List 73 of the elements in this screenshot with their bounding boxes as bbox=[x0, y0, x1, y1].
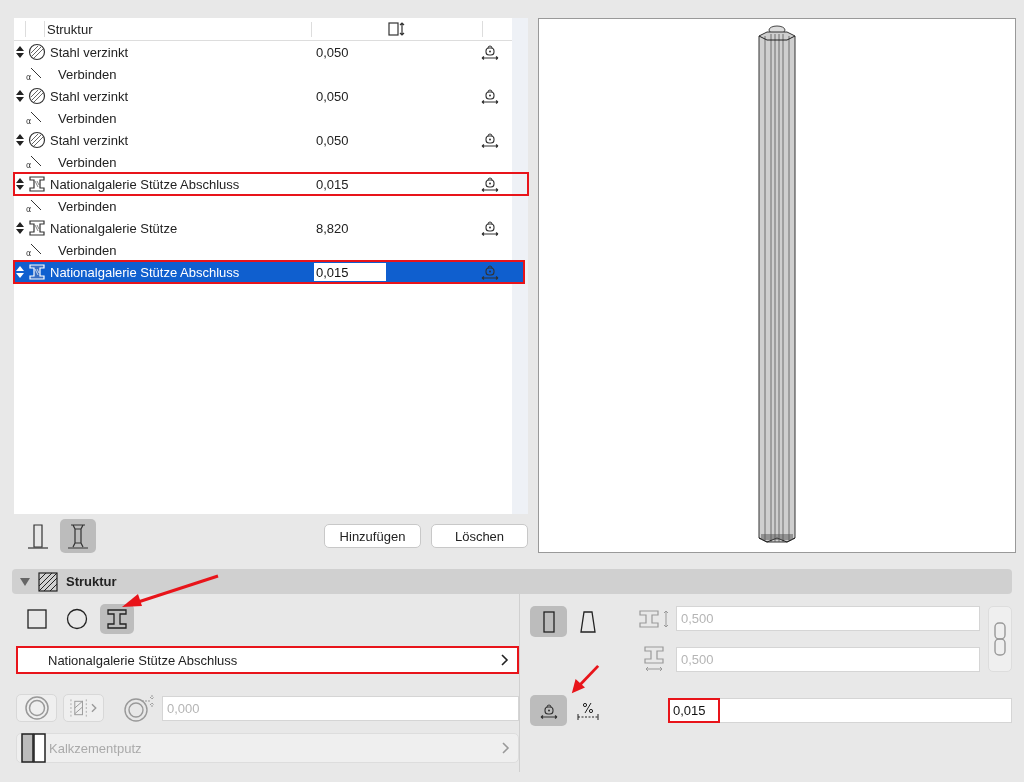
lock-icon bbox=[480, 87, 500, 105]
locked-width-icon bbox=[538, 701, 559, 720]
layer-name: Nationalgalerie Stütze bbox=[49, 220, 179, 236]
chain-link-icon bbox=[993, 621, 1007, 657]
ring-offset-icon bbox=[124, 693, 156, 723]
double-ring-icon bbox=[23, 695, 50, 721]
reorder-handle-icon[interactable] bbox=[16, 134, 24, 146]
straight-column-icon bbox=[27, 522, 49, 550]
layer-thickness: 0,050 bbox=[315, 132, 350, 148]
table-row[interactable]: Nationalgalerie Stütze 8,820 bbox=[14, 217, 528, 239]
join-label: Verbinden bbox=[58, 198, 117, 214]
beam-width-icon bbox=[638, 608, 670, 629]
join-label: Verbinden bbox=[58, 154, 117, 170]
thickness-input[interactable]: 0,015 bbox=[314, 263, 386, 281]
hatched-circle-icon bbox=[28, 87, 46, 105]
layer-name: Stahl verzinkt bbox=[49, 132, 130, 148]
layer-name: Nationalgalerie Stütze Abschluss bbox=[49, 176, 241, 192]
i-beam-icon bbox=[106, 608, 128, 630]
tapered-profile-icon bbox=[579, 609, 596, 634]
reorder-handle-icon[interactable] bbox=[16, 178, 24, 190]
layer-thickness: 0,050 bbox=[315, 44, 350, 60]
reorder-handle-icon[interactable] bbox=[16, 266, 24, 278]
shape-mode-toggle[interactable] bbox=[530, 606, 567, 637]
layer-thickness: 0,050 bbox=[315, 88, 350, 104]
surface-layer-icon bbox=[21, 733, 47, 763]
table-row[interactable]: Stahl verzinkt 0,050 bbox=[14, 85, 528, 107]
table-row[interactable]: Nationalgalerie Stütze Abschluss 0,015 bbox=[14, 173, 528, 195]
layer-thickness: 8,820 bbox=[315, 220, 350, 236]
section-title: Struktur bbox=[66, 574, 117, 589]
profile-icon bbox=[28, 175, 46, 193]
action-button[interactable]: Löschen bbox=[431, 524, 528, 548]
layer-name: Nationalgalerie Stütze Abschluss bbox=[49, 264, 241, 280]
square-icon bbox=[27, 609, 47, 629]
view-toggle[interactable] bbox=[60, 519, 96, 553]
reorder-handle-icon[interactable] bbox=[16, 222, 24, 234]
join-label: Verbinden bbox=[58, 66, 117, 82]
chevron-right-icon bbox=[91, 703, 97, 713]
table-row[interactable]: Nationalgalerie Stütze Abschluss 0,015 bbox=[14, 261, 524, 283]
layer-name: Stahl verzinkt bbox=[49, 44, 130, 60]
lock-icon bbox=[480, 43, 500, 61]
column-with-capitals-icon bbox=[67, 522, 89, 550]
hatched-circle-icon bbox=[28, 131, 46, 149]
action-button[interactable]: Hinzufügen bbox=[324, 524, 421, 548]
table-row[interactable]: Stahl verzinkt 0,050 bbox=[14, 129, 528, 151]
lock-icon bbox=[480, 175, 500, 193]
layer-name: Stahl verzinkt bbox=[49, 88, 130, 104]
table-row[interactable]: Stahl verzinkt 0,050 bbox=[14, 41, 528, 63]
hatched-circle-icon bbox=[28, 43, 46, 61]
section-header[interactable]: Struktur bbox=[12, 569, 1012, 594]
profile-icon bbox=[28, 263, 46, 281]
size-mode-toggle[interactable] bbox=[530, 695, 567, 726]
column-header[interactable]: Struktur bbox=[47, 21, 312, 37]
lock-icon bbox=[480, 263, 500, 281]
profile-selector[interactable]: Nationalgalerie Stütze Abschluss bbox=[16, 646, 519, 674]
circle-icon bbox=[66, 608, 88, 630]
lock-icon bbox=[480, 131, 500, 149]
reorder-handle-icon[interactable] bbox=[16, 46, 24, 58]
layer-thickness: 0,015 bbox=[315, 176, 350, 192]
profile-icon bbox=[28, 219, 46, 237]
join-label: Verbinden bbox=[58, 110, 117, 126]
chevron-right-icon bbox=[501, 654, 509, 666]
thickness-field[interactable]: 0,015 bbox=[668, 698, 1012, 723]
reorder-handle-icon[interactable] bbox=[16, 90, 24, 102]
straight-profile-icon bbox=[541, 609, 556, 634]
height-column-icon bbox=[387, 21, 407, 37]
hatched-bar-icon bbox=[70, 698, 88, 718]
lock-icon bbox=[480, 219, 500, 237]
hatch-pattern-icon bbox=[38, 571, 58, 592]
join-label: Verbinden bbox=[58, 242, 117, 258]
percent-width-icon bbox=[575, 700, 600, 721]
shape-option[interactable] bbox=[100, 604, 134, 634]
chevron-right-icon bbox=[502, 742, 510, 754]
collapse-triangle-icon bbox=[20, 576, 30, 587]
